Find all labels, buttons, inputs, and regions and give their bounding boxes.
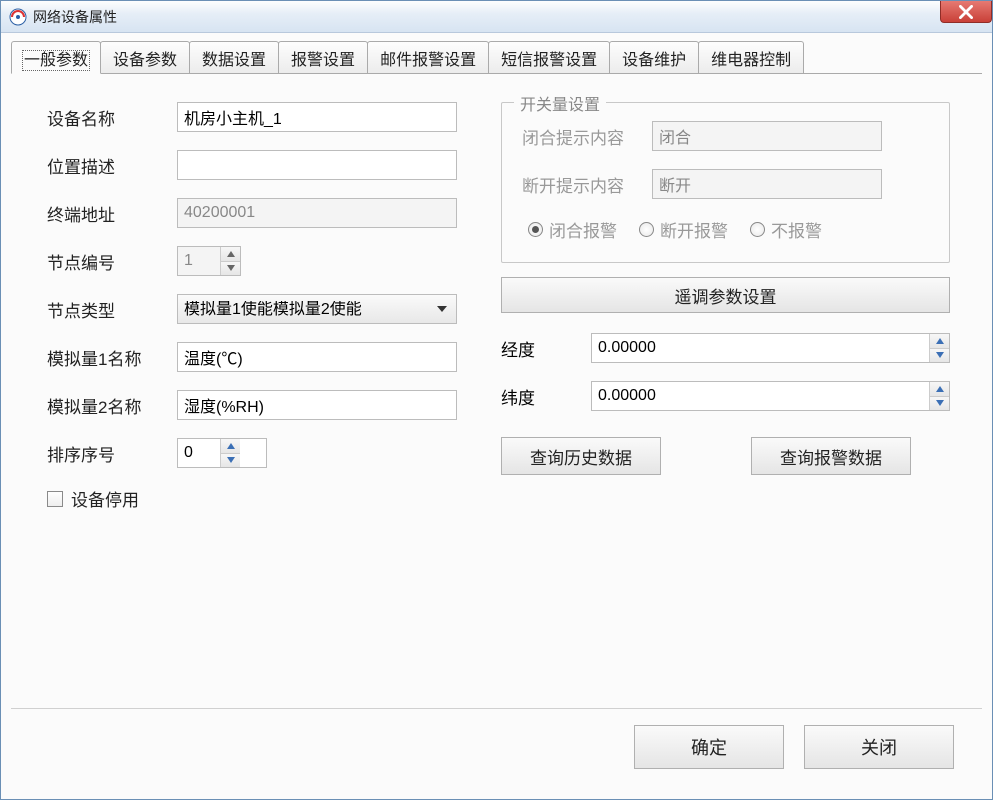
latitude-input[interactable]	[592, 382, 929, 410]
tab-sms-alarm[interactable]: 短信报警设置	[488, 41, 610, 73]
chevron-up-icon	[227, 251, 235, 257]
remote-params-button[interactable]: 遥调参数设置	[501, 277, 950, 313]
switch-group-title: 开关量设置	[514, 91, 606, 115]
sort-no-spinner[interactable]	[177, 438, 267, 468]
close-icon	[959, 5, 973, 19]
chevron-up-icon	[936, 338, 944, 344]
node-type-label: 节点类型	[47, 297, 177, 322]
tab-device-params[interactable]: 设备参数	[100, 41, 190, 73]
chevron-up-icon	[227, 443, 235, 449]
longitude-spinner[interactable]	[591, 333, 950, 363]
analog2-label: 模拟量2名称	[47, 393, 177, 418]
tab-maintenance[interactable]: 设备维护	[609, 41, 699, 73]
radio-open-alarm[interactable]: 断开报警	[639, 217, 728, 242]
device-name-input[interactable]	[177, 102, 457, 132]
node-no-down[interactable]	[221, 262, 240, 276]
close-button[interactable]: 关闭	[804, 725, 954, 769]
tab-general[interactable]: 一般参数	[11, 41, 101, 74]
longitude-input[interactable]	[592, 334, 929, 362]
device-disabled-checkbox[interactable]	[47, 491, 63, 507]
client-area: 一般参数 设备参数 数据设置 报警设置 邮件报警设置 短信报警设置 设备维护 维…	[1, 33, 992, 799]
location-label: 位置描述	[47, 153, 177, 178]
latitude-down[interactable]	[930, 397, 949, 411]
close-prompt-input	[652, 121, 882, 151]
analog1-input[interactable]	[177, 342, 457, 372]
alarm-radio-group: 闭合报警 断开报警 不报警	[522, 217, 929, 242]
node-no-label: 节点编号	[47, 249, 177, 274]
radio-dot-icon	[528, 222, 543, 237]
chevron-down-icon	[936, 400, 944, 406]
close-prompt-label: 闭合提示内容	[522, 124, 652, 149]
node-no-value	[178, 247, 220, 275]
latitude-label: 纬度	[501, 384, 591, 409]
node-no-up[interactable]	[221, 247, 240, 262]
left-column: 设备名称 位置描述 终端地址 节点编号	[47, 102, 477, 696]
radio-dot-icon	[750, 222, 765, 237]
longitude-down[interactable]	[930, 349, 949, 363]
device-name-label: 设备名称	[47, 105, 177, 130]
analog2-input[interactable]	[177, 390, 457, 420]
tab-bar: 一般参数 设备参数 数据设置 报警设置 邮件报警设置 短信报警设置 设备维护 维…	[11, 41, 982, 74]
terminal-addr-label: 终端地址	[47, 201, 177, 226]
query-history-button[interactable]: 查询历史数据	[501, 437, 661, 475]
titlebar: 网络设备属性	[1, 1, 992, 33]
open-prompt-input	[652, 169, 882, 199]
form-area: 设备名称 位置描述 终端地址 节点编号	[11, 74, 982, 708]
ok-button[interactable]: 确定	[634, 725, 784, 769]
radio-dot-icon	[639, 222, 654, 237]
node-type-combo[interactable]: 模拟量1使能模拟量2使能	[177, 294, 457, 324]
window-close-button[interactable]	[940, 1, 992, 23]
right-column: 开关量设置 闭合提示内容 断开提示内容 闭合报警	[501, 102, 950, 696]
latitude-spinner[interactable]	[591, 381, 950, 411]
terminal-addr-input	[177, 198, 457, 228]
location-input[interactable]	[177, 150, 457, 180]
query-alarm-button[interactable]: 查询报警数据	[751, 437, 911, 475]
device-disabled-label: 设备停用	[71, 486, 139, 511]
chevron-down-icon	[227, 265, 235, 271]
sort-no-down[interactable]	[221, 454, 240, 468]
app-icon	[9, 8, 27, 26]
analog1-label: 模拟量1名称	[47, 345, 177, 370]
switch-groupbox: 开关量设置 闭合提示内容 断开提示内容 闭合报警	[501, 102, 950, 263]
footer: 确定 关闭	[11, 708, 982, 787]
chevron-down-icon	[227, 457, 235, 463]
longitude-up[interactable]	[930, 334, 949, 349]
tab-email-alarm[interactable]: 邮件报警设置	[367, 41, 489, 73]
sort-no-value[interactable]	[178, 439, 220, 467]
sort-no-up[interactable]	[221, 439, 240, 454]
longitude-label: 经度	[501, 336, 591, 361]
node-no-spinner	[177, 246, 241, 276]
chevron-down-icon	[936, 352, 944, 358]
latitude-up[interactable]	[930, 382, 949, 397]
radio-close-alarm[interactable]: 闭合报警	[528, 217, 617, 242]
tab-data-settings[interactable]: 数据设置	[189, 41, 279, 73]
open-prompt-label: 断开提示内容	[522, 172, 652, 197]
sort-no-label: 排序序号	[47, 441, 177, 466]
chevron-up-icon	[936, 386, 944, 392]
tab-relay-control[interactable]: 维电器控制	[698, 41, 804, 73]
window: 网络设备属性 一般参数 设备参数 数据设置 报警设置 邮件报警设置 短信报警设置…	[0, 0, 993, 800]
window-title: 网络设备属性	[33, 7, 117, 27]
device-disabled-row[interactable]: 设备停用	[47, 486, 477, 511]
radio-no-alarm[interactable]: 不报警	[750, 217, 822, 242]
tab-alarm-settings[interactable]: 报警设置	[278, 41, 368, 73]
